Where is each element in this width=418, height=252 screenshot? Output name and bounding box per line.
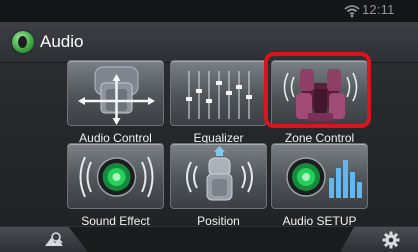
position-icon — [170, 143, 267, 209]
clock: 12:11 — [362, 2, 395, 17]
wifi-icon — [344, 5, 360, 18]
zone-control-icon — [271, 60, 368, 126]
search-button[interactable] — [0, 227, 88, 252]
page-title: Audio — [40, 32, 84, 51]
back-icon — [18, 36, 27, 48]
equalizer-icon — [170, 60, 267, 126]
back-button[interactable] — [12, 31, 34, 53]
audio-setup-icon — [271, 143, 368, 209]
setup-button[interactable] — [340, 227, 418, 252]
audio-screen: 12:11 Audio Audio Control Equalizer Zone… — [0, 0, 418, 252]
setup-tab — [340, 227, 418, 252]
status-bar: 12:11 — [0, 0, 418, 22]
title-bar: Audio — [0, 22, 418, 63]
search-icon — [45, 232, 63, 246]
gear-icon — [382, 231, 400, 249]
sound-effect-icon — [67, 143, 164, 209]
audio-control-icon — [67, 60, 164, 126]
